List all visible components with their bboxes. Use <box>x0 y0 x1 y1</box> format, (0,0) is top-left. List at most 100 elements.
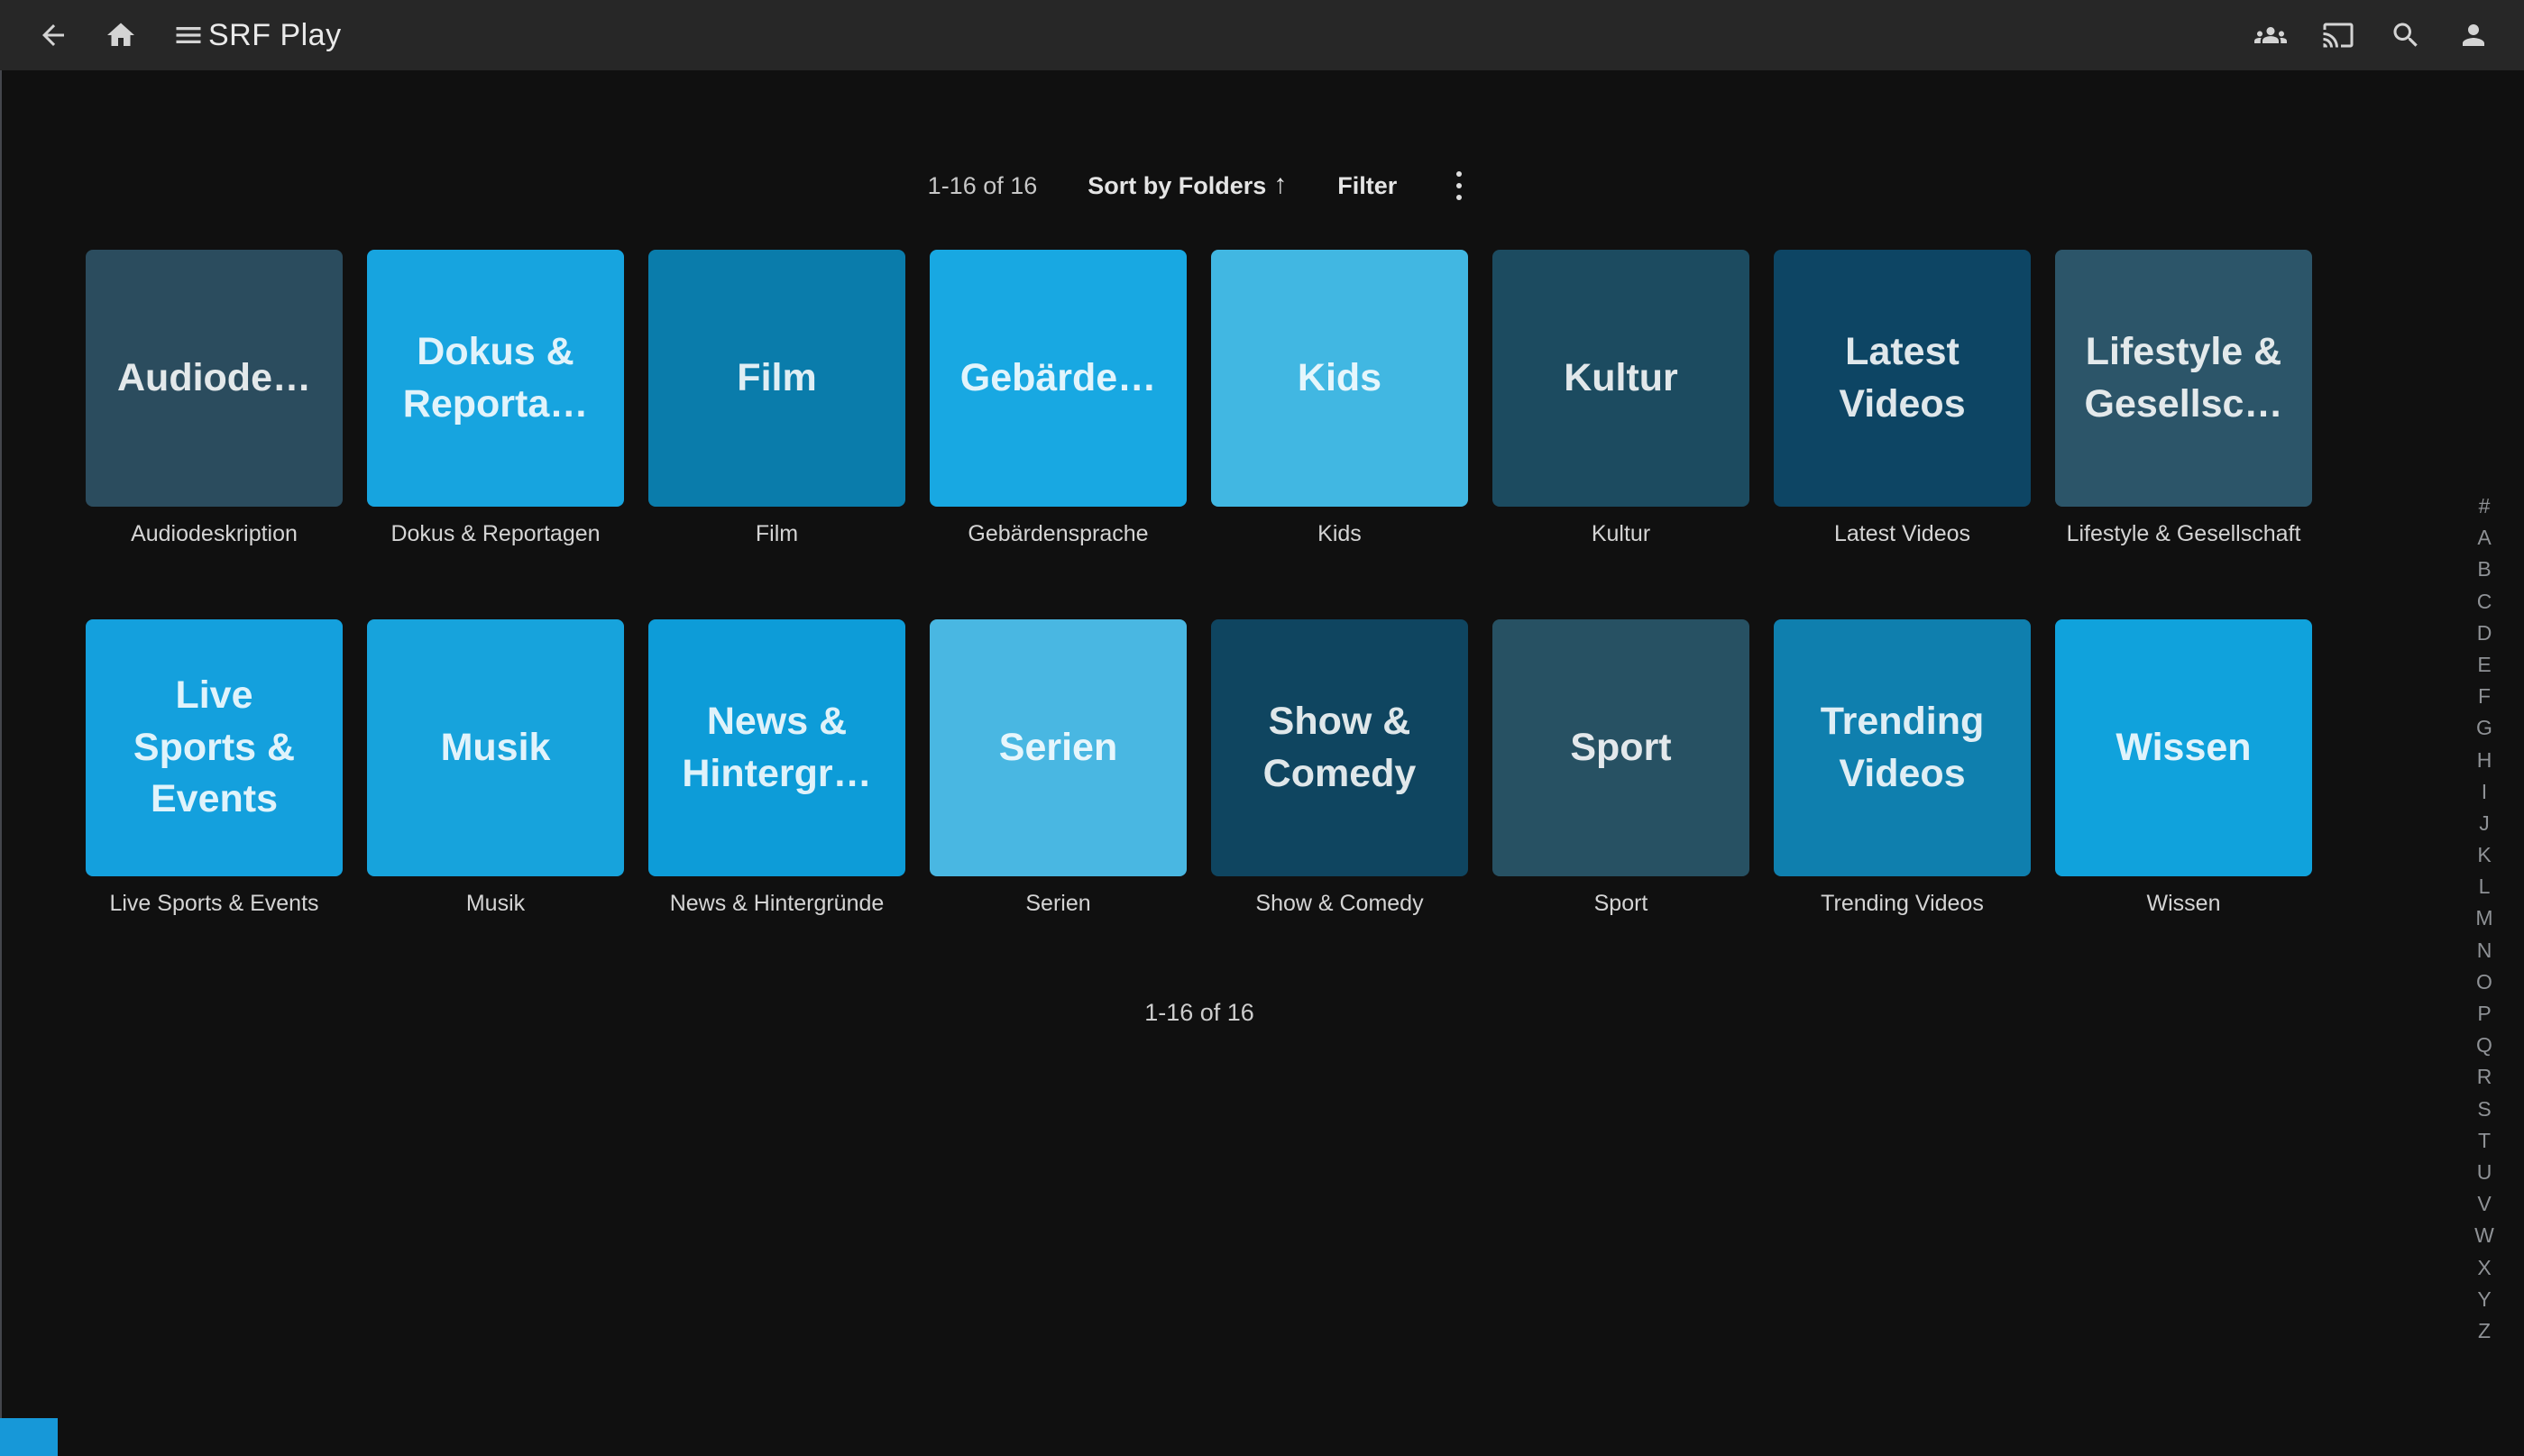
alphabet-letter[interactable]: D <box>2477 623 2492 644</box>
sort-button-label: Sort by Folders <box>1088 172 1266 200</box>
alphabet-letter[interactable]: W <box>2474 1225 2494 1246</box>
folder-tile-label: Kultur <box>1516 353 1726 405</box>
folder-card[interactable]: Audiode… Audiodeskription <box>86 250 343 546</box>
hamburger-menu-icon <box>172 19 205 51</box>
folder-card[interactable]: Gebärde… Gebärdensprache <box>930 250 1187 546</box>
folder-caption: Film <box>648 521 905 546</box>
folder-tile-label: News & Hintergr… <box>672 696 882 800</box>
folder-tile[interactable]: Audiode… <box>86 250 343 507</box>
alphabet-letter[interactable]: G <box>2476 718 2492 738</box>
folder-tile[interactable]: News & Hintergr… <box>648 619 905 876</box>
folder-tile[interactable]: Dokus & Reporta… <box>367 250 624 507</box>
alphabet-letter[interactable]: C <box>2477 591 2492 612</box>
alphabet-letter[interactable]: S <box>2477 1099 2491 1120</box>
folder-caption: Trending Videos <box>1774 891 2031 916</box>
folder-caption: Audiodeskription <box>86 521 343 546</box>
folder-tile[interactable]: Musik <box>367 619 624 876</box>
folder-tile[interactable]: Live Sports & Events <box>86 619 343 876</box>
alphabet-letter[interactable]: P <box>2477 1003 2491 1024</box>
folder-tile[interactable]: Wissen <box>2055 619 2312 876</box>
appbar-right-group <box>2251 0 2493 70</box>
folder-card[interactable]: Sport Sport <box>1492 619 1749 916</box>
alphabet-letter[interactable]: J <box>2479 813 2490 834</box>
folder-tile-label: Sport <box>1516 722 1726 774</box>
folder-tile[interactable]: Trending Videos <box>1774 619 2031 876</box>
folder-tile[interactable]: Latest Videos <box>1774 250 2031 507</box>
folder-card[interactable]: Film Film <box>648 250 905 546</box>
alphabet-letter[interactable]: # <box>2479 496 2491 517</box>
folder-tile-label: Film <box>672 353 882 405</box>
folder-tile-label: Gebärde… <box>953 353 1163 405</box>
kebab-dot <box>1456 183 1462 188</box>
folder-tile[interactable]: Serien <box>930 619 1187 876</box>
alphabet-letter[interactable]: U <box>2477 1162 2492 1183</box>
cast-icon <box>2322 19 2354 51</box>
folder-tile-label: Live Sports & Events <box>109 670 319 826</box>
home-button[interactable] <box>101 15 141 55</box>
alphabet-letter[interactable]: M <box>2475 908 2492 929</box>
alphabet-letter[interactable]: E <box>2477 655 2491 675</box>
item-count-top: 1-16 of 16 <box>928 172 1038 200</box>
syncplay-button[interactable] <box>2251 15 2290 55</box>
folder-card[interactable]: Show & Comedy Show & Comedy <box>1211 619 1468 916</box>
menu-button[interactable] <box>169 15 208 55</box>
folder-caption: Wissen <box>2055 891 2312 916</box>
alphabet-scrubber[interactable]: # ABCDEFGHIJKLMNOPQRSTUVWXYZ <box>2464 496 2504 1342</box>
folder-caption: Serien <box>930 891 1187 916</box>
folder-tile[interactable]: Sport <box>1492 619 1749 876</box>
folder-tile-label: Lifestyle & Gesellsc… <box>2079 326 2289 430</box>
kebab-dot <box>1456 195 1462 200</box>
folder-tile-label: Audiode… <box>109 353 319 405</box>
folder-tile[interactable]: Film <box>648 250 905 507</box>
filter-button[interactable]: Filter <box>1337 172 1397 200</box>
folder-tile[interactable]: Gebärde… <box>930 250 1187 507</box>
folder-card[interactable]: Lifestyle & Gesellsc… Lifestyle & Gesell… <box>2055 250 2312 546</box>
folder-tile[interactable]: Show & Comedy <box>1211 619 1468 876</box>
alphabet-letter[interactable]: A <box>2477 527 2491 548</box>
back-arrow-icon <box>37 19 69 51</box>
alphabet-letter[interactable]: I <box>2482 782 2487 802</box>
alphabet-letter[interactable]: T <box>2478 1131 2491 1151</box>
back-button[interactable] <box>33 15 73 55</box>
sort-button[interactable]: Sort by Folders ↑ <box>1088 170 1287 201</box>
folder-tile[interactable]: Kultur <box>1492 250 1749 507</box>
alphabet-letter[interactable]: Z <box>2478 1321 2491 1342</box>
folder-card[interactable]: Wissen Wissen <box>2055 619 2312 916</box>
alphabet-letter[interactable]: Y <box>2477 1289 2491 1310</box>
alphabet-letter[interactable]: R <box>2477 1067 2492 1087</box>
folder-caption: Show & Comedy <box>1211 891 1468 916</box>
folder-card[interactable]: Kids Kids <box>1211 250 1468 546</box>
folder-card[interactable]: Kultur Kultur <box>1492 250 1749 546</box>
group-people-icon <box>2254 19 2287 51</box>
folder-tile-label: Serien <box>953 722 1163 774</box>
filter-button-label: Filter <box>1337 172 1397 200</box>
alphabet-letter[interactable]: O <box>2476 972 2492 993</box>
folder-card[interactable]: Serien Serien <box>930 619 1187 916</box>
alphabet-letter[interactable]: H <box>2477 750 2492 771</box>
user-profile-button[interactable] <box>2454 15 2493 55</box>
folder-caption: Live Sports & Events <box>86 891 343 916</box>
search-button[interactable] <box>2386 15 2426 55</box>
folder-tile[interactable]: Lifestyle & Gesellsc… <box>2055 250 2312 507</box>
folder-card[interactable]: Dokus & Reporta… Dokus & Reportagen <box>367 250 624 546</box>
folder-card[interactable]: News & Hintergr… News & Hintergründe <box>648 619 905 916</box>
folder-tile[interactable]: Kids <box>1211 250 1468 507</box>
alphabet-letter[interactable]: X <box>2477 1258 2491 1278</box>
folder-caption: Musik <box>367 891 624 916</box>
folder-card[interactable]: Trending Videos Trending Videos <box>1774 619 2031 916</box>
alphabet-letter[interactable]: N <box>2477 940 2492 961</box>
alphabet-letter[interactable]: F <box>2478 686 2491 707</box>
folder-card[interactable]: Musik Musik <box>367 619 624 916</box>
alphabet-letter[interactable]: Q <box>2476 1035 2492 1056</box>
alphabet-letter[interactable]: K <box>2477 845 2491 865</box>
folder-caption: Lifestyle & Gesellschaft <box>2055 521 2312 546</box>
alphabet-letter[interactable]: V <box>2477 1194 2491 1214</box>
search-icon <box>2390 19 2422 51</box>
alphabet-letter[interactable]: L <box>2479 876 2491 897</box>
folder-caption: Sport <box>1492 891 1749 916</box>
alphabet-letter[interactable]: B <box>2477 559 2491 580</box>
folder-card[interactable]: Live Sports & Events Live Sports & Event… <box>86 619 343 916</box>
folder-card[interactable]: Latest Videos Latest Videos <box>1774 250 2031 546</box>
cast-button[interactable] <box>2318 15 2358 55</box>
more-options-button[interactable] <box>1447 166 1471 206</box>
